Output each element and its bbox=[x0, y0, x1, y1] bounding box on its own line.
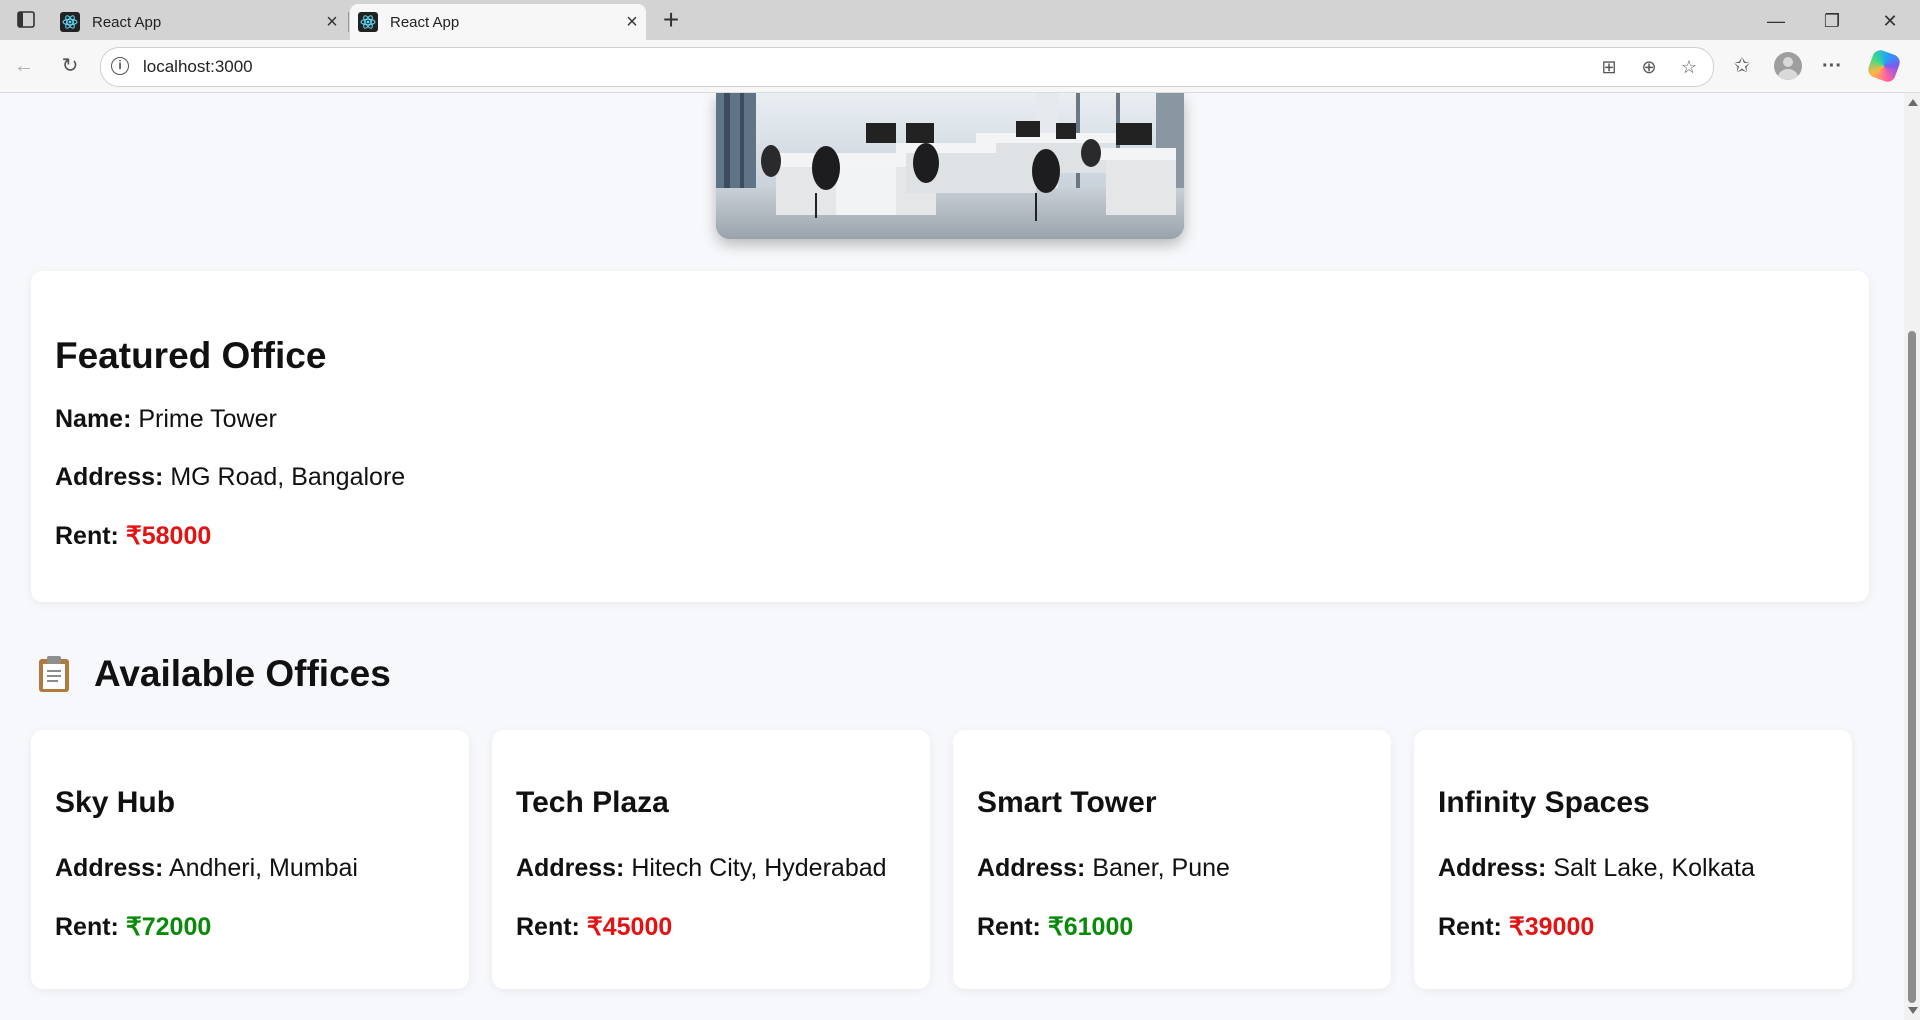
office-card-tech-plaza: Tech Plaza Address: Hitech City, Hyderab… bbox=[492, 730, 930, 989]
scroll-down-arrow-icon[interactable] bbox=[1908, 1007, 1918, 1014]
office-address-value: Hitech City, Hyderabad bbox=[631, 854, 887, 882]
close-window-icon[interactable]: ✕ bbox=[1868, 6, 1912, 36]
featured-heading: Featured Office bbox=[55, 335, 327, 376]
office-rent-value: ₹61000 bbox=[1047, 913, 1134, 941]
office-rent-row: Rent: ₹39000 bbox=[1438, 912, 1594, 942]
rent-label: Rent: bbox=[55, 913, 119, 941]
featured-address-row: Address: MG Road, Bangalore bbox=[55, 463, 405, 492]
tab-react-app-1[interactable]: React App × bbox=[52, 4, 346, 40]
office-address-value: Andheri, Mumbai bbox=[168, 854, 358, 882]
featured-rent-row: Rent: ₹58000 bbox=[55, 521, 211, 551]
available-offices-title: Available Offices bbox=[94, 653, 391, 694]
tab-strip: React App × React App × + — ❐ ✕ bbox=[0, 0, 1920, 40]
minimize-icon[interactable]: — bbox=[1754, 6, 1798, 36]
office-address-value: Baner, Pune bbox=[1092, 854, 1230, 882]
rent-label: Rent: bbox=[1438, 913, 1502, 941]
browser-toolbar: ← ↻ i localhost:3000 ⊞ ⊕ ☆ ✩ ··· bbox=[0, 40, 1920, 93]
profile-avatar[interactable] bbox=[1774, 52, 1802, 80]
refresh-icon[interactable]: ↻ bbox=[56, 52, 84, 80]
featured-rent-value: ₹58000 bbox=[125, 522, 212, 550]
react-logo-icon bbox=[60, 12, 80, 32]
featured-name-row: Name: Prime Tower bbox=[55, 405, 277, 434]
office-card-infinity-spaces: Infinity Spaces Address: Salt Lake, Kolk… bbox=[1414, 730, 1852, 989]
office-name: Smart Tower bbox=[977, 786, 1157, 819]
office-address-row: Address: Andheri, Mumbai bbox=[55, 854, 358, 883]
office-rent-row: Rent: ₹72000 bbox=[55, 912, 211, 942]
site-info-icon[interactable]: i bbox=[111, 57, 129, 75]
available-offices-heading: Available Offices bbox=[36, 653, 391, 695]
close-tab-icon[interactable]: × bbox=[318, 11, 346, 34]
office-rent-row: Rent: ₹45000 bbox=[516, 912, 672, 942]
featured-name-value: Prime Tower bbox=[138, 405, 277, 433]
office-rent-value: ₹45000 bbox=[586, 913, 673, 941]
featured-address-value: MG Road, Bangalore bbox=[170, 463, 406, 491]
address-label: Address: bbox=[55, 463, 164, 491]
office-address-value: Salt Lake, Kolkata bbox=[1553, 854, 1755, 882]
new-tab-icon[interactable]: + bbox=[656, 4, 686, 36]
zoom-icon[interactable]: ⊕ bbox=[1635, 53, 1663, 81]
react-logo-icon bbox=[358, 12, 378, 32]
tab-react-app-2[interactable]: React App × bbox=[350, 4, 646, 40]
favorite-star-icon[interactable]: ☆ bbox=[1675, 53, 1703, 81]
address-bar[interactable]: i localhost:3000 ⊞ ⊕ ☆ bbox=[100, 47, 1714, 87]
name-label: Name: bbox=[55, 405, 132, 433]
page-scrollbar[interactable] bbox=[1904, 93, 1920, 1020]
copilot-icon[interactable] bbox=[1866, 48, 1902, 84]
rent-label: Rent: bbox=[977, 913, 1041, 941]
more-options-icon[interactable]: ··· bbox=[1818, 52, 1846, 80]
scroll-up-arrow-icon[interactable] bbox=[1908, 99, 1918, 106]
app-available-icon[interactable]: ⊞ bbox=[1595, 53, 1623, 81]
featured-office-card: Featured Office Name: Prime Tower Addres… bbox=[31, 271, 1869, 602]
close-tab-icon[interactable]: × bbox=[618, 11, 646, 34]
office-card-sky-hub: Sky Hub Address: Andheri, Mumbai Rent: ₹… bbox=[31, 730, 469, 989]
restore-icon[interactable]: ❐ bbox=[1810, 6, 1854, 36]
address-label: Address: bbox=[516, 854, 625, 882]
rent-label: Rent: bbox=[516, 913, 580, 941]
office-rent-row: Rent: ₹61000 bbox=[977, 912, 1133, 942]
office-rent-value: ₹39000 bbox=[1508, 913, 1595, 941]
tab-actions-icon[interactable] bbox=[12, 9, 38, 31]
page-viewport: Featured Office Name: Prime Tower Addres… bbox=[0, 93, 1904, 1020]
clipboard-icon bbox=[36, 655, 72, 693]
office-name: Tech Plaza bbox=[516, 786, 669, 819]
address-label: Address: bbox=[977, 854, 1086, 882]
address-label: Address: bbox=[1438, 854, 1547, 882]
office-address-row: Address: Hitech City, Hyderabad bbox=[516, 854, 887, 883]
office-address-row: Address: Salt Lake, Kolkata bbox=[1438, 854, 1755, 883]
back-icon[interactable]: ← bbox=[10, 52, 38, 80]
office-card-smart-tower: Smart Tower Address: Baner, Pune Rent: ₹… bbox=[953, 730, 1391, 989]
office-hero-image bbox=[716, 93, 1184, 239]
office-rent-value: ₹72000 bbox=[125, 913, 212, 941]
address-url[interactable]: localhost:3000 bbox=[143, 57, 253, 77]
office-address-row: Address: Baner, Pune bbox=[977, 854, 1230, 883]
scrollbar-thumb[interactable] bbox=[1908, 331, 1916, 1003]
tab-title: React App bbox=[92, 13, 162, 31]
rent-label: Rent: bbox=[55, 522, 119, 550]
address-label: Address: bbox=[55, 854, 164, 882]
tab-divider bbox=[348, 12, 349, 32]
favorites-icon[interactable]: ✩ bbox=[1728, 52, 1756, 80]
office-name: Infinity Spaces bbox=[1438, 786, 1650, 819]
tab-title: React App bbox=[390, 13, 460, 31]
office-name: Sky Hub bbox=[55, 786, 176, 819]
